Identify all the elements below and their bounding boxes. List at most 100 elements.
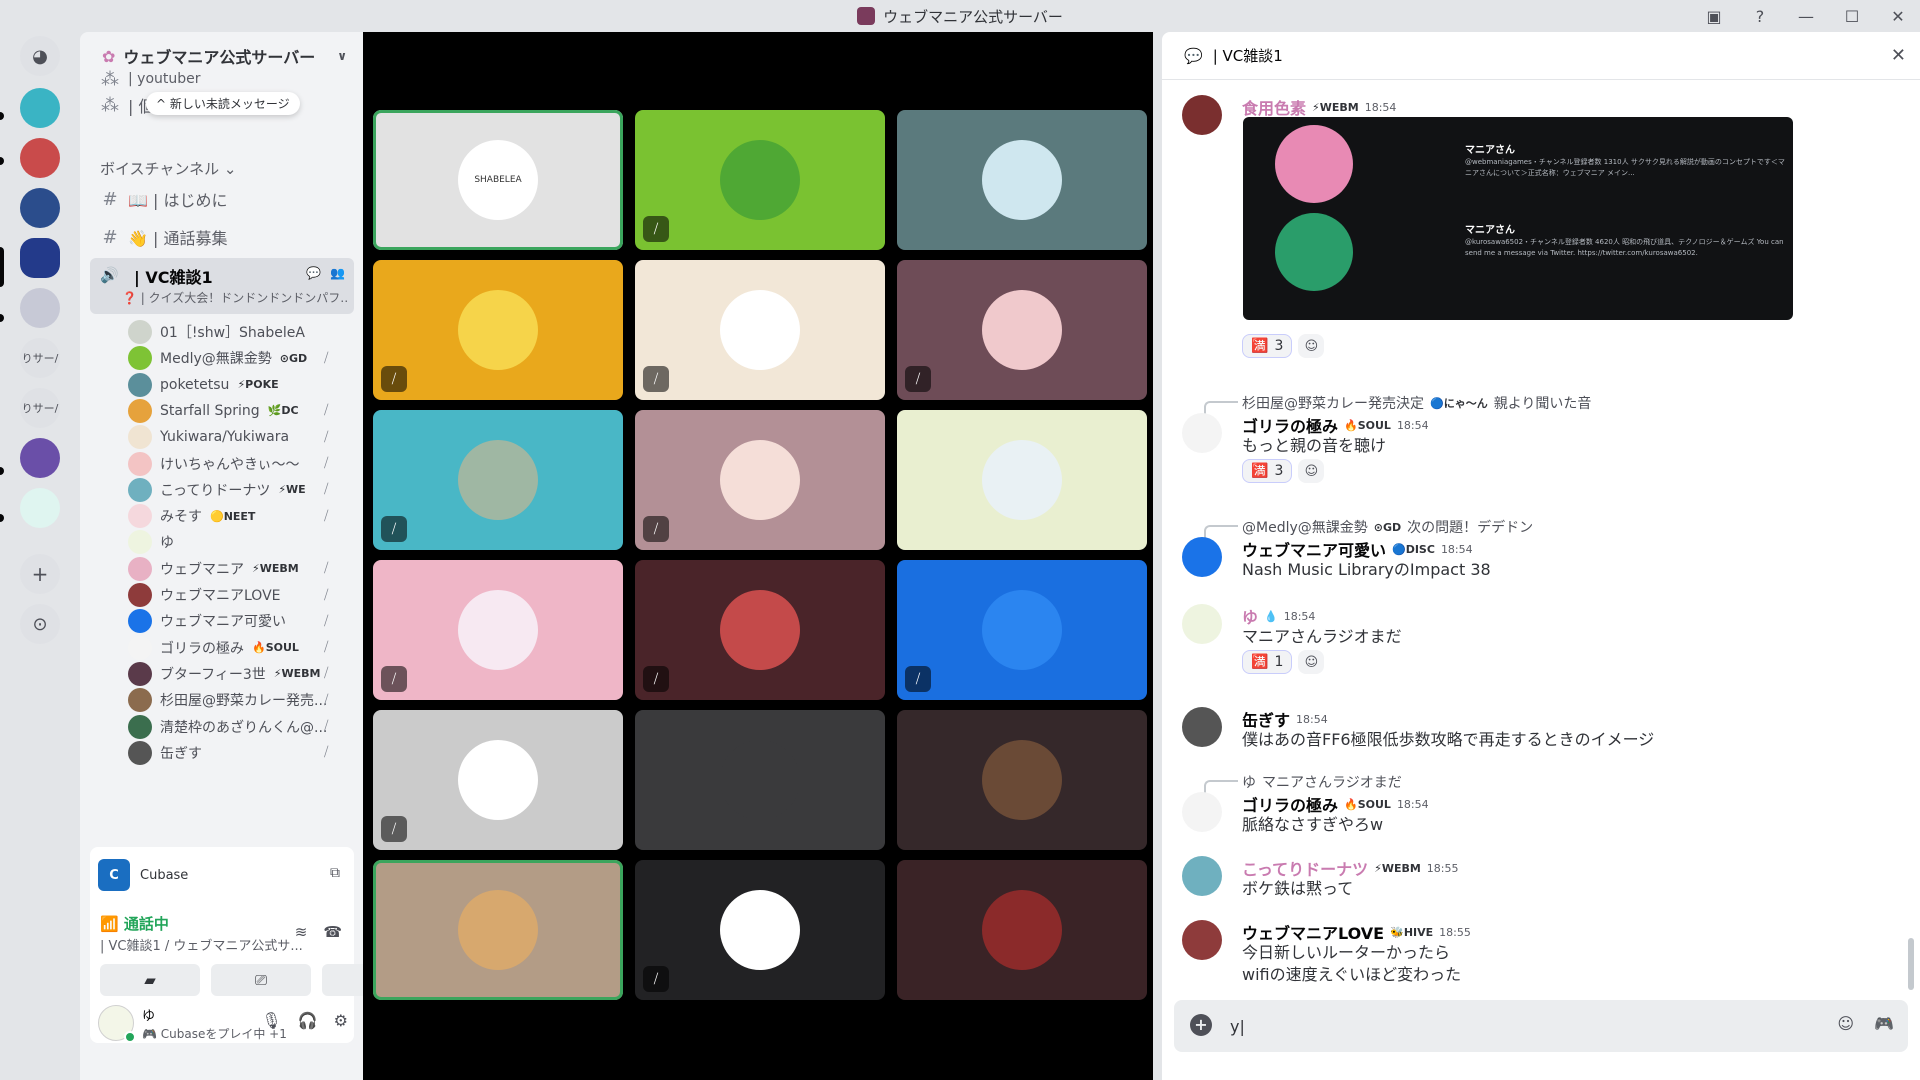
noise-suppression-icon[interactable]: ≋	[295, 923, 308, 941]
voice-member[interactable]: ウェブマニア ⚡WEBM ⧸	[128, 555, 358, 583]
author-name[interactable]: ウェブマニアLOVE	[1242, 920, 1384, 944]
channel-youtuber[interactable]: ⁂ | youtuber	[100, 68, 350, 90]
add-reaction-icon[interactable]: ☺	[1298, 334, 1325, 358]
server-folder-icon[interactable]: りサー/	[20, 338, 60, 378]
author-name[interactable]: ゆ	[1242, 604, 1258, 628]
participant-tile[interactable]: ⧸	[635, 260, 885, 400]
add-server-icon[interactable]: +	[20, 554, 60, 594]
disconnect-icon[interactable]: ☎	[323, 923, 342, 941]
participant-tile[interactable]: ⧸	[373, 560, 623, 700]
activity-app[interactable]: C Cubase	[98, 859, 188, 891]
screen-share-icon[interactable]: ⧉	[330, 865, 340, 881]
participant-tile[interactable]	[897, 710, 1147, 850]
voice-member[interactable]: 01［!shw］ShabeleA	[128, 318, 358, 346]
author-name[interactable]: ゴリラの極み	[1242, 792, 1338, 816]
help-icon[interactable]: ?	[1748, 7, 1772, 26]
server-icon-selected[interactable]	[20, 238, 60, 278]
author-name[interactable]: ゴリラの極み	[1242, 413, 1338, 437]
voice-member[interactable]: ブターフィー3世 ⚡WEBM ⧸	[128, 660, 358, 688]
participant-tile[interactable]: ⧸	[635, 410, 885, 550]
microphone-icon[interactable]: 🎙	[261, 1011, 281, 1030]
voice-member[interactable]: みそす 🟡NEET ⧸	[128, 502, 358, 530]
participant-tile[interactable]: ⧸	[373, 710, 623, 850]
participant-tile[interactable]: ⧸	[635, 860, 885, 1000]
voice-member[interactable]: ウェブマニアLOVE ⧸	[128, 581, 358, 609]
participant-tile[interactable]: ⧸	[635, 560, 885, 700]
gear-icon[interactable]: ⚙	[334, 1011, 348, 1030]
voice-member[interactable]: Yukiwara/Yukiwara ⧸	[128, 423, 358, 451]
gamepad-icon[interactable]: 🎮	[1874, 1014, 1894, 1033]
author-name[interactable]: 缶ぎす	[1242, 707, 1290, 731]
new-unread-messages-toast[interactable]: ^ 新しい未読メッセージ	[146, 92, 300, 115]
voice-channel-vc1[interactable]: 🔊 | VC雑談1 💬 👥 ❓ | クイズ大会！ドンドンドンドンパフ…	[90, 258, 354, 314]
camera-off-button[interactable]: ▰	[100, 964, 200, 996]
category-voice-channels[interactable]: ボイスチャンネル ⌄	[100, 158, 236, 179]
server-icon[interactable]	[20, 488, 60, 528]
avatar[interactable]	[1182, 95, 1222, 135]
emoji-icon[interactable]: ☺	[1837, 1014, 1854, 1033]
reaction-button[interactable]: 🈵 1	[1242, 650, 1293, 674]
voice-member[interactable]: ウェブマニア可愛い ⧸	[128, 607, 358, 635]
youtube-embed[interactable]: マニアさん @webmaniagames・チャンネル登録者数 1310人 サクサ…	[1243, 117, 1793, 320]
voice-member[interactable]: けいちゃんやきぃ～～ ⧸	[128, 450, 358, 478]
author-name[interactable]: こってりドーナツ	[1242, 856, 1368, 880]
participant-tile[interactable]	[897, 410, 1147, 550]
reaction-button[interactable]: 🈵 3	[1242, 334, 1293, 358]
minimize-button[interactable]: —	[1794, 7, 1818, 26]
reply-preview[interactable]: @Medly@無課金勢 ⊙GD 次の問題！デデドン	[1242, 517, 1533, 537]
avatar[interactable]	[1182, 920, 1222, 960]
participant-tile[interactable]	[897, 110, 1147, 250]
server-icon[interactable]	[20, 138, 60, 178]
avatar[interactable]	[1182, 537, 1222, 577]
channel-introduction[interactable]: # 📖 | はじめに	[100, 184, 350, 214]
screen-share-button[interactable]: ⎚	[211, 964, 311, 996]
voice-member[interactable]: poketetsu ⚡POKE	[128, 371, 358, 399]
participant-tile[interactable]	[635, 710, 885, 850]
explore-icon[interactable]: ⊙	[20, 604, 60, 644]
add-reaction-icon[interactable]: ☺	[1298, 650, 1325, 674]
discord-home-icon[interactable]: ◕	[20, 36, 60, 76]
message-input[interactable]	[1230, 1012, 1790, 1040]
avatar[interactable]	[1182, 856, 1222, 896]
server-folder-icon[interactable]: りサー/	[20, 388, 60, 428]
voice-member[interactable]: こってりドーナツ ⚡WE ⧸	[128, 476, 358, 504]
avatar[interactable]	[1182, 792, 1222, 832]
avatar[interactable]	[1182, 707, 1222, 747]
avatar[interactable]	[1182, 413, 1222, 453]
voice-member[interactable]: ゴリラの極み 🔥SOUL ⧸	[128, 634, 358, 662]
close-window-button[interactable]: ✕	[1886, 7, 1910, 26]
participant-tile[interactable]	[897, 860, 1147, 1000]
connected-channel[interactable]: | VC雑談1 / ウェブマニア公式サ...	[100, 935, 310, 954]
chat-icon[interactable]: 💬	[306, 266, 321, 280]
voice-member[interactable]: 缶ぎす ⧸	[128, 739, 358, 767]
voice-member[interactable]: ゆ	[128, 528, 358, 556]
avatar[interactable]	[1182, 604, 1222, 644]
participant-tile[interactable]: ⧸	[635, 110, 885, 250]
server-icon[interactable]	[20, 288, 60, 328]
voice-member[interactable]: 杉田屋@野菜カレー発売... ⧸	[128, 686, 358, 714]
invite-icon[interactable]: 👥	[330, 266, 345, 280]
channel-call-recruit[interactable]: # 👋 | 通話募集	[100, 222, 350, 252]
add-reaction-icon[interactable]: ☺	[1298, 459, 1325, 483]
voice-member[interactable]: Medly@無課金勢 ⊙GD ⧸	[128, 344, 358, 372]
reply-preview[interactable]: 杉田屋@野菜カレー発売決定 🔵にゃ～ん 親より聞いた音	[1242, 393, 1591, 413]
reply-preview[interactable]: ゆマニアさんラジオまだ	[1242, 772, 1402, 792]
inbox-icon[interactable]: ▣	[1702, 7, 1726, 26]
participant-tile[interactable]	[373, 860, 623, 1000]
headphones-icon[interactable]: 🎧	[298, 1011, 318, 1030]
author-name[interactable]: 食用色素	[1242, 95, 1306, 119]
server-icon[interactable]	[20, 88, 60, 128]
chat-scrollbar[interactable]	[1908, 938, 1914, 990]
participant-tile[interactable]: SHABELEA	[373, 110, 623, 250]
participant-tile[interactable]: ⧸	[373, 260, 623, 400]
add-attachment-icon[interactable]: +	[1190, 1014, 1212, 1036]
voice-member[interactable]: 清楚枠のあざりんくん@... ⧸	[128, 713, 358, 741]
close-icon[interactable]: ✕	[1891, 45, 1906, 66]
participant-tile[interactable]: ⧸	[897, 260, 1147, 400]
reaction-button[interactable]: 🈵 3	[1242, 459, 1293, 483]
participant-tile[interactable]: ⧸	[897, 560, 1147, 700]
server-icon[interactable]	[20, 188, 60, 228]
author-name[interactable]: ウェブマニア可愛い	[1242, 537, 1386, 561]
server-icon[interactable]	[20, 438, 60, 478]
participant-tile[interactable]: ⧸	[373, 410, 623, 550]
